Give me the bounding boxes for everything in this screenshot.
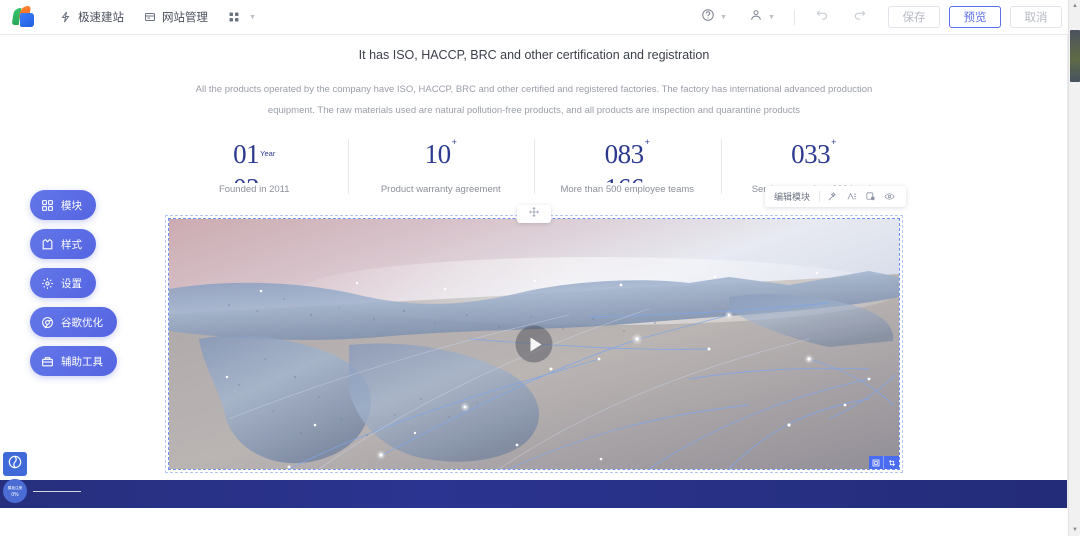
undo-icon — [815, 8, 829, 27]
redo-icon — [853, 8, 867, 27]
sidebar-item-auxiliary-tools[interactable]: 辅助工具 — [30, 346, 117, 376]
stat-number-window: 01 02 Year — [161, 137, 348, 183]
stat-suffix: + — [451, 137, 457, 147]
stat-unit: Year — [260, 149, 276, 158]
help-button[interactable]: ▼ — [690, 0, 738, 35]
menu-apps-grid[interactable]: ▼ — [218, 0, 266, 35]
window-icon — [144, 11, 156, 23]
module-toolbar: 编辑模块 — [764, 186, 906, 207]
module-drag-handle[interactable] — [517, 205, 551, 223]
top-toolbar: 极速建站 网站管理 ▼ ▼ ▼ 保存 预览 取消 — [0, 0, 1080, 35]
vertical-scrollbar[interactable]: ▲ ▼ — [1068, 0, 1080, 536]
chevron-down-icon: ▼ — [720, 13, 728, 21]
cancel-button[interactable]: 取消 — [1010, 6, 1062, 28]
play-button[interactable] — [515, 325, 553, 363]
module-media[interactable] — [169, 219, 899, 469]
copy-module-icon[interactable] — [861, 187, 880, 206]
edit-module-button[interactable]: 编辑模块 — [772, 190, 816, 203]
floating-sidebar: 模块 样式 设置 谷歌优化 辅助工具 — [30, 190, 117, 385]
gear-icon — [41, 277, 54, 290]
stat-suffix: + — [831, 137, 837, 147]
page-content: It has ISO, HACCP, BRC and other certifi… — [0, 48, 1068, 473]
menu-label: 网站管理 — [162, 12, 208, 24]
stat-number: 083 166 — [604, 139, 645, 183]
redo-button[interactable] — [841, 8, 879, 27]
widget-divider-line — [33, 491, 81, 492]
preview-button[interactable]: 预览 — [949, 6, 1001, 28]
stat-label: More than 500 employee teams — [560, 184, 695, 195]
sidebar-item-label: 辅助工具 — [61, 355, 103, 368]
stat-item: 10 -- + Product warranty agreement — [347, 129, 535, 195]
account-button[interactable]: ▼ — [738, 0, 786, 35]
stat-label: Founded in 2011 — [218, 184, 290, 195]
stat-number-window: 033 --- + — [721, 137, 908, 183]
shirt-icon — [41, 238, 54, 251]
menu-label: 极速建站 — [78, 12, 124, 24]
eye-icon[interactable] — [880, 187, 899, 206]
chevron-down-icon: ▼ — [249, 13, 256, 21]
module-frame[interactable] — [165, 205, 903, 473]
stat-number: 033 --- — [791, 139, 831, 183]
lightning-icon — [60, 11, 72, 23]
page-footer-bar — [0, 480, 1068, 508]
grid-apps-icon — [228, 11, 240, 23]
toolbar-divider — [794, 9, 795, 25]
sidebar-item-modules[interactable]: 模块 — [30, 190, 96, 220]
module-corner-controls — [869, 456, 899, 469]
stat-number-window: 10 -- + — [348, 137, 535, 183]
stat-item: 083 166 + More than 500 employee teams — [534, 129, 721, 195]
stat-label: Product warranty agreement — [380, 184, 501, 195]
scroll-down-button[interactable]: ▼ — [1069, 524, 1080, 536]
chevron-down-icon: ▼ — [768, 13, 775, 21]
assistant-widget-button[interactable] — [3, 452, 27, 476]
menu-rapid-site-builder[interactable]: 极速建站 — [50, 0, 134, 35]
scroll-up-button[interactable]: ▲ — [1069, 0, 1080, 12]
scrollbar-thumb[interactable] — [1070, 30, 1080, 82]
sidebar-item-label: 设置 — [61, 277, 82, 290]
user-icon — [749, 8, 763, 27]
toolbox-icon — [41, 355, 54, 368]
assistant-icon — [7, 454, 23, 475]
selected-module[interactable]: 编辑模块 — [165, 186, 906, 473]
magic-wand-icon[interactable] — [823, 187, 842, 206]
stat-item: 01 02 Year Founded in 2011 — [161, 129, 348, 195]
logo-blue-shape — [20, 13, 34, 27]
toolbar-right-group: ▼ ▼ 保存 预览 取消 — [690, 0, 1080, 35]
blocks-icon — [41, 199, 54, 212]
app-root: 极速建站 网站管理 ▼ ▼ ▼ 保存 预览 取消 It has ISO, HAC… — [0, 0, 1080, 536]
sidebar-item-google-optimization[interactable]: 谷歌优化 — [30, 307, 117, 337]
play-triangle-icon — [530, 337, 541, 351]
stat-number: 10 -- — [424, 139, 452, 183]
undo-button[interactable] — [803, 8, 841, 27]
sidebar-item-label: 谷歌优化 — [61, 316, 103, 329]
stat-number-window: 083 166 + — [534, 137, 721, 183]
sidebar-item-styles[interactable]: 样式 — [30, 229, 96, 259]
app-logo[interactable] — [0, 6, 50, 28]
menu-site-management[interactable]: 网站管理 — [134, 0, 218, 35]
sidebar-item-label: 模块 — [61, 199, 82, 212]
toolbar-divider — [819, 191, 820, 202]
chrome-icon — [41, 316, 54, 329]
crop-module-icon[interactable] — [884, 456, 899, 469]
settings-sliders-icon[interactable] — [842, 187, 861, 206]
stat-suffix: + — [644, 137, 650, 147]
progress-badge-title: 模板注册 — [7, 484, 23, 490]
editor-canvas[interactable]: It has ISO, HACCP, BRC and other certifi… — [0, 35, 1068, 508]
progress-badge[interactable]: 模板注册 0% — [3, 479, 27, 503]
sidebar-item-settings[interactable]: 设置 — [30, 268, 96, 298]
resize-module-icon[interactable] — [869, 456, 884, 469]
sidebar-item-label: 样式 — [61, 238, 82, 251]
move-arrows-icon — [528, 205, 540, 223]
save-button[interactable]: 保存 — [888, 6, 940, 28]
section-title: It has ISO, HACCP, BRC and other certifi… — [358, 48, 710, 62]
progress-badge-percent: 0% — [11, 491, 19, 498]
stat-number: 01 02 — [233, 139, 260, 183]
section-description: All the products operated by the company… — [195, 84, 873, 116]
help-circle-icon — [701, 8, 715, 27]
